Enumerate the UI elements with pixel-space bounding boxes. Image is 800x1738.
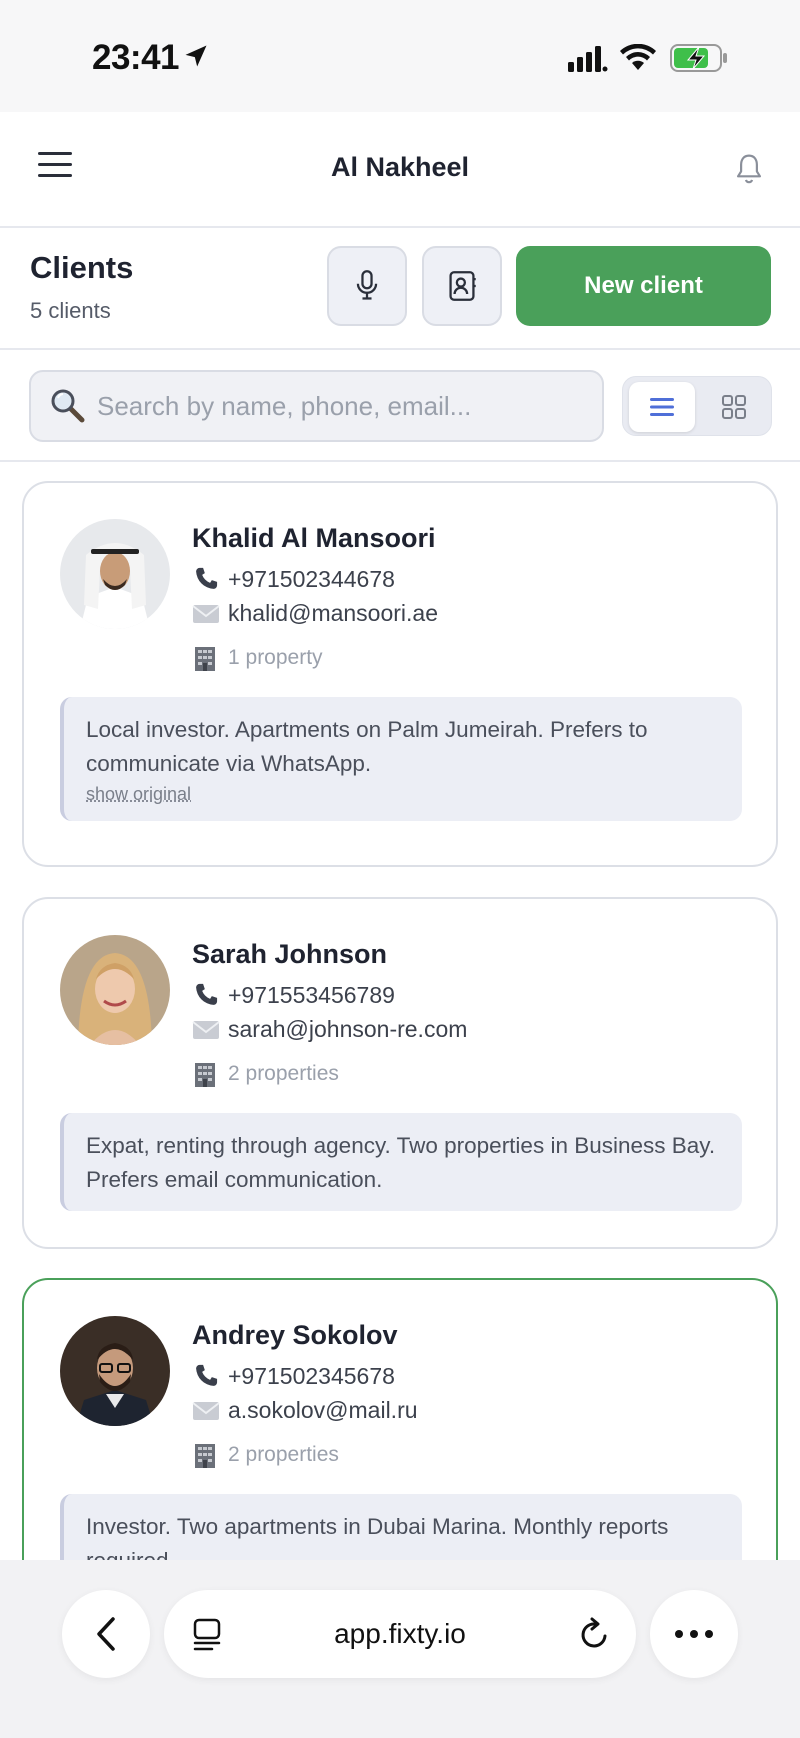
building-icon [192, 1060, 222, 1088]
client-card[interactable]: Khalid Al Mansoori +971502344678 khalid@… [22, 481, 778, 867]
address-bar[interactable]: app.fixty.io [164, 1590, 636, 1678]
import-contacts-button[interactable] [422, 246, 502, 326]
envelope-icon [192, 1019, 222, 1041]
client-phone-text: +971553456789 [228, 981, 395, 1008]
app-screen: Al Nakheel Clients 5 clients New client … [0, 112, 800, 1560]
client-card-selected[interactable]: Andrey Sokolov +971502345678 a.sokolov@m… [22, 1278, 778, 1560]
battery-charging-icon [670, 44, 727, 72]
client-name: Andrey Sokolov [192, 1320, 398, 1350]
reload-icon[interactable] [578, 1616, 612, 1652]
client-note-text: Investor. Two apartments in Dubai Marina… [86, 1514, 669, 1560]
search-box[interactable] [29, 370, 604, 442]
client-email-text: khalid@mansoori.ae [228, 600, 439, 626]
avatar [60, 1316, 170, 1426]
client-properties: 2 properties [192, 1060, 339, 1088]
client-note-text: Local investor. Apartments on Palm Jumei… [86, 717, 648, 776]
client-email-text: sarah@johnson-re.com [228, 1016, 468, 1042]
page-header: Clients 5 clients New client [0, 228, 800, 350]
client-properties-text: 2 properties [228, 1443, 339, 1466]
client-phone[interactable]: +971502344678 [192, 565, 395, 593]
client-note: Expat, renting through agency. Two prope… [60, 1113, 742, 1211]
more-options-icon [675, 1630, 713, 1638]
avatar [60, 519, 170, 629]
status-bar: 23:41 [0, 0, 800, 112]
client-note-text: Expat, renting through agency. Two prope… [86, 1133, 716, 1192]
cellular-signal-icon [568, 46, 608, 72]
client-note: Investor. Two apartments in Dubai Marina… [60, 1494, 742, 1560]
client-phone[interactable]: +971502345678 [192, 1362, 395, 1390]
list-view-button[interactable] [629, 382, 695, 432]
wifi-icon [620, 44, 656, 70]
client-email[interactable]: sarah@johnson-re.com [192, 1016, 467, 1043]
client-name: Sarah Johnson [192, 939, 388, 969]
grid-view-icon [722, 395, 746, 419]
url-text[interactable]: app.fixty.io [164, 1618, 636, 1650]
page-title: Clients [30, 250, 134, 285]
client-phone[interactable]: +971553456789 [192, 981, 395, 1009]
client-note: Local investor. Apartments on Palm Jumei… [60, 697, 742, 821]
avatar [60, 935, 170, 1045]
show-original-link[interactable]: show original [86, 781, 722, 807]
client-count: 5 clients [30, 298, 111, 323]
microphone-icon [356, 270, 378, 300]
client-email[interactable]: khalid@mansoori.ae [192, 600, 438, 627]
search-row [0, 350, 800, 462]
phone-icon [192, 981, 222, 1009]
client-properties-text: 2 properties [228, 1062, 339, 1085]
location-arrow-icon [185, 45, 207, 67]
bell-icon[interactable] [734, 152, 764, 186]
client-email-text: a.sokolov@mail.ru [228, 1397, 418, 1423]
client-phone-text: +971502345678 [228, 1362, 395, 1389]
chevron-left-icon [97, 1617, 115, 1651]
contact-card-icon [449, 271, 476, 301]
status-time: 23:41 [92, 38, 180, 77]
app-title: Al Nakheel [330, 152, 470, 182]
phone-icon [192, 1362, 222, 1390]
view-mode-toggle [622, 376, 772, 436]
building-icon [192, 644, 222, 672]
phone-icon [192, 565, 222, 593]
search-icon [51, 389, 85, 423]
top-bar: Al Nakheel [0, 112, 800, 228]
list-view-icon [650, 398, 674, 416]
building-icon [192, 1441, 222, 1469]
client-properties-text: 1 property [228, 646, 323, 669]
client-email[interactable]: a.sokolov@mail.ru [192, 1397, 418, 1424]
client-properties: 1 property [192, 644, 323, 672]
new-client-button[interactable]: New client [516, 246, 771, 326]
voice-input-button[interactable] [327, 246, 407, 326]
client-card[interactable]: Sarah Johnson +971553456789 sarah@johnso… [22, 897, 778, 1249]
browser-toolbar: app.fixty.io [0, 1560, 800, 1738]
browser-back-button[interactable] [62, 1590, 150, 1678]
grid-view-button[interactable] [701, 382, 767, 432]
browser-more-button[interactable] [650, 1590, 738, 1678]
envelope-icon [192, 603, 222, 625]
client-name: Khalid Al Mansoori [192, 523, 436, 553]
client-phone-text: +971502344678 [228, 565, 395, 592]
client-properties: 2 properties [192, 1441, 339, 1469]
search-input[interactable] [97, 372, 587, 440]
envelope-icon [192, 1400, 222, 1422]
